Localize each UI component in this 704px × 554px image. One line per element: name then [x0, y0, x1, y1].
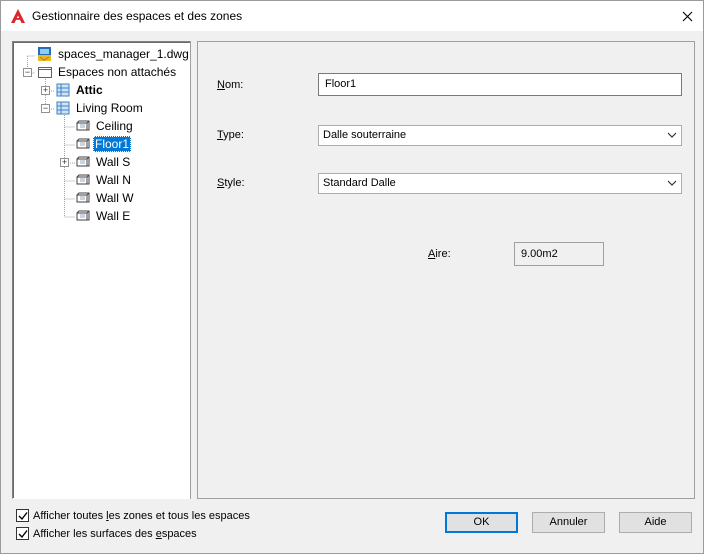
show-space-surfaces-option[interactable]: Afficher les surfaces des espaces — [16, 527, 197, 540]
name-input[interactable]: Floor1 — [318, 73, 682, 96]
name-label: Nom: — [217, 79, 244, 91]
style-label: Style: — [217, 177, 245, 189]
type-select[interactable]: Dalle souterraine — [318, 125, 682, 146]
tree-item-label: Living Room — [76, 101, 143, 115]
window-title: Gestionnaire des espaces et des zones — [32, 9, 243, 23]
folder-icon — [38, 67, 52, 78]
collapse-living-room-toggle[interactable]: − — [41, 104, 50, 113]
expand-wall-s-toggle[interactable]: + — [60, 158, 69, 167]
dialog-window: Gestionnaire des espaces et des zones − … — [0, 0, 704, 554]
title-bar[interactable]: Gestionnaire des espaces et des zones — [1, 1, 703, 31]
space-surface-icon — [76, 156, 90, 167]
collapse-folder-toggle[interactable]: − — [23, 68, 32, 77]
checkmark-icon — [18, 511, 28, 520]
chevron-down-icon — [667, 132, 677, 138]
style-select[interactable]: Standard Dalle — [318, 173, 682, 194]
show-all-zones-label: Afficher toutes les zones et tous les es… — [33, 509, 250, 522]
panel-splitter[interactable] — [190, 41, 195, 499]
tree-item-unattached-spaces[interactable]: Espaces non attachés — [37, 64, 178, 80]
expand-attic-toggle[interactable]: + — [41, 86, 50, 95]
area-value: 9.00m2 — [514, 242, 604, 266]
tree-item-label: Wall E — [96, 209, 131, 223]
space-surface-icon — [76, 138, 90, 149]
space-tree[interactable]: − + − + spaces_manager_1.dwg Espaces non… — [12, 41, 193, 499]
tree-item-label: spaces_manager_1.dwg — [58, 47, 189, 61]
space-surface-icon — [76, 192, 90, 203]
tree-item-attic[interactable]: Attic — [55, 82, 105, 98]
tree-item-label: Ceiling — [96, 119, 133, 133]
tree-item-living-room[interactable]: Living Room — [55, 100, 145, 116]
tree-item-floor1[interactable]: Floor1 — [75, 136, 132, 152]
tree-item-label: Wall W — [96, 191, 134, 205]
tree-item-wall-w[interactable]: Wall W — [75, 190, 136, 206]
tree-item-ceiling[interactable]: Ceiling — [75, 118, 135, 134]
zone-icon — [56, 83, 70, 97]
tree-item-label: Wall N — [96, 173, 131, 187]
tree-item-label: Wall S — [96, 155, 131, 169]
tree-item-label: Floor1 — [93, 136, 132, 152]
checkmark-icon — [18, 529, 28, 538]
space-surface-icon — [76, 210, 90, 221]
tree-item-label: Espaces non attachés — [58, 65, 177, 79]
close-icon — [682, 11, 692, 21]
type-select-value: Dalle souterraine — [323, 129, 407, 141]
tree-item-wall-n[interactable]: Wall N — [75, 172, 133, 188]
autocad-logo-icon — [11, 9, 25, 23]
area-label: Aire: — [428, 248, 451, 260]
ok-button[interactable]: OK — [445, 512, 518, 533]
help-button[interactable]: Aide — [619, 512, 692, 533]
tree-item-wall-e[interactable]: Wall E — [75, 208, 132, 224]
show-all-zones-checkbox[interactable] — [16, 509, 29, 522]
tree-item-wall-s[interactable]: Wall S — [75, 154, 132, 170]
show-all-zones-option[interactable]: Afficher toutes les zones et tous les es… — [16, 509, 250, 522]
drawing-file-icon — [38, 47, 51, 61]
zone-icon — [56, 101, 70, 115]
tree-item-label: Attic — [76, 83, 103, 97]
type-label: Type: — [217, 129, 244, 141]
space-surface-icon — [76, 120, 90, 131]
properties-panel: Nom: Floor1 Type: Dalle souterraine Styl… — [197, 41, 695, 499]
style-select-value: Standard Dalle — [323, 177, 396, 189]
space-surface-icon — [76, 174, 90, 185]
show-space-surfaces-checkbox[interactable] — [16, 527, 29, 540]
cancel-button[interactable]: Annuler — [532, 512, 605, 533]
chevron-down-icon — [667, 180, 677, 186]
tree-item-drawing[interactable]: spaces_manager_1.dwg — [37, 46, 191, 62]
close-button[interactable] — [671, 1, 703, 31]
show-space-surfaces-label: Afficher les surfaces des espaces — [33, 527, 197, 540]
